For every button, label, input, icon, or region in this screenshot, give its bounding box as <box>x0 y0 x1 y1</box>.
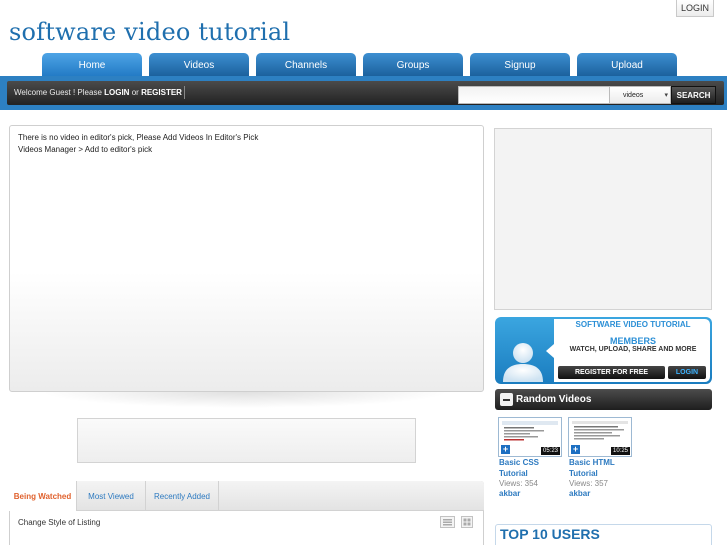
tab-most-viewed[interactable]: Most Viewed <box>77 481 146 511</box>
video-title-line1: Basic CSS <box>499 458 540 467</box>
add-to-quicklist-icon[interactable]: + <box>501 445 510 454</box>
welcome-prefix: Welcome Guest ! Please <box>14 88 102 97</box>
video-title-line1: Basic HTML <box>569 458 615 467</box>
site-logo[interactable]: software video tutorial <box>9 18 290 46</box>
nav-tab-upload[interactable]: Upload <box>577 53 677 77</box>
nav-tab-channels[interactable]: Channels <box>256 53 356 77</box>
search-type-value: videos <box>623 91 644 99</box>
members-promo-subtitle: MEMBERS <box>609 336 656 346</box>
search-input[interactable] <box>458 86 609 104</box>
top-users-title: TOP 10 USERS <box>500 526 600 542</box>
thumbnail-preview-icon <box>572 421 628 440</box>
register-for-free-button[interactable]: REGISTER FOR FREE <box>558 366 665 379</box>
grid-view-icon[interactable] <box>461 516 473 528</box>
member-avatar-icon <box>503 343 543 382</box>
tab-recently-added[interactable]: Recently Added <box>146 481 219 511</box>
banner-ad-slot <box>77 418 416 463</box>
video-title-line2: Tutorial <box>499 469 528 478</box>
video-uploader-link[interactable]: akbar <box>499 489 520 498</box>
thumbnail-preview-icon <box>502 421 558 441</box>
members-promo-title: SOFTWARE VIDEO TUTORIAL <box>575 320 691 329</box>
video-duration: 05:23 <box>540 447 560 455</box>
welcome-or: or <box>131 88 139 97</box>
header-login-button[interactable]: LOGIN <box>676 0 714 17</box>
video-views: Views: 354 <box>499 479 538 488</box>
nav-tab-groups[interactable]: Groups <box>363 53 463 77</box>
members-promo-tagline: WATCH, UPLOAD, SHARE AND MORE <box>569 346 697 353</box>
editors-pick-message: There is no video in editor's pick, Plea… <box>18 133 259 142</box>
welcome-login-link[interactable]: LOGIN <box>104 88 129 97</box>
main-nav: Home Videos Channels Groups Signup Uploa… <box>42 53 684 77</box>
editors-pick-hint: Videos Manager > Add to editor's pick <box>18 145 153 154</box>
nav-tab-home[interactable]: Home <box>42 53 142 77</box>
welcome-divider <box>184 86 185 99</box>
collapse-minus-icon[interactable] <box>500 393 513 406</box>
chevron-down-icon: ▾ <box>664 92 668 99</box>
video-thumbnail[interactable]: + 05:23 <box>498 417 562 457</box>
welcome-register-link[interactable]: REGISTER <box>141 88 182 97</box>
nav-tab-signup[interactable]: Signup <box>470 53 570 77</box>
video-uploader-link[interactable]: akbar <box>569 489 590 498</box>
video-views: Views: 357 <box>569 479 608 488</box>
editors-pick-panel <box>9 125 484 392</box>
sidebar-ad-slot <box>494 128 712 310</box>
members-login-button[interactable]: LOGIN <box>668 366 706 379</box>
video-title-link[interactable]: Basic CSS Tutorial <box>499 457 539 479</box>
list-view-icon[interactable] <box>440 516 455 528</box>
tab-being-watched[interactable]: Being Watched <box>9 481 77 511</box>
video-title-link[interactable]: Basic HTML Tutorial <box>569 457 615 479</box>
video-duration: 10:25 <box>610 447 630 455</box>
video-title-line2: Tutorial <box>569 469 598 478</box>
panel-shadow <box>40 392 450 408</box>
welcome-message: Welcome Guest ! Please LOGIN or REGISTER <box>14 88 182 97</box>
video-thumbnail[interactable]: + 10:25 <box>568 417 632 457</box>
search-type-select[interactable]: videos ▾ <box>609 86 671 104</box>
nav-tab-videos[interactable]: Videos <box>149 53 249 77</box>
change-style-label: Change Style of Listing <box>18 518 101 527</box>
search-button[interactable]: SEARCH <box>671 86 716 104</box>
promo-notch <box>546 344 554 358</box>
random-videos-header: Random Videos <box>495 389 712 410</box>
add-to-quicklist-icon[interactable]: + <box>571 445 580 454</box>
